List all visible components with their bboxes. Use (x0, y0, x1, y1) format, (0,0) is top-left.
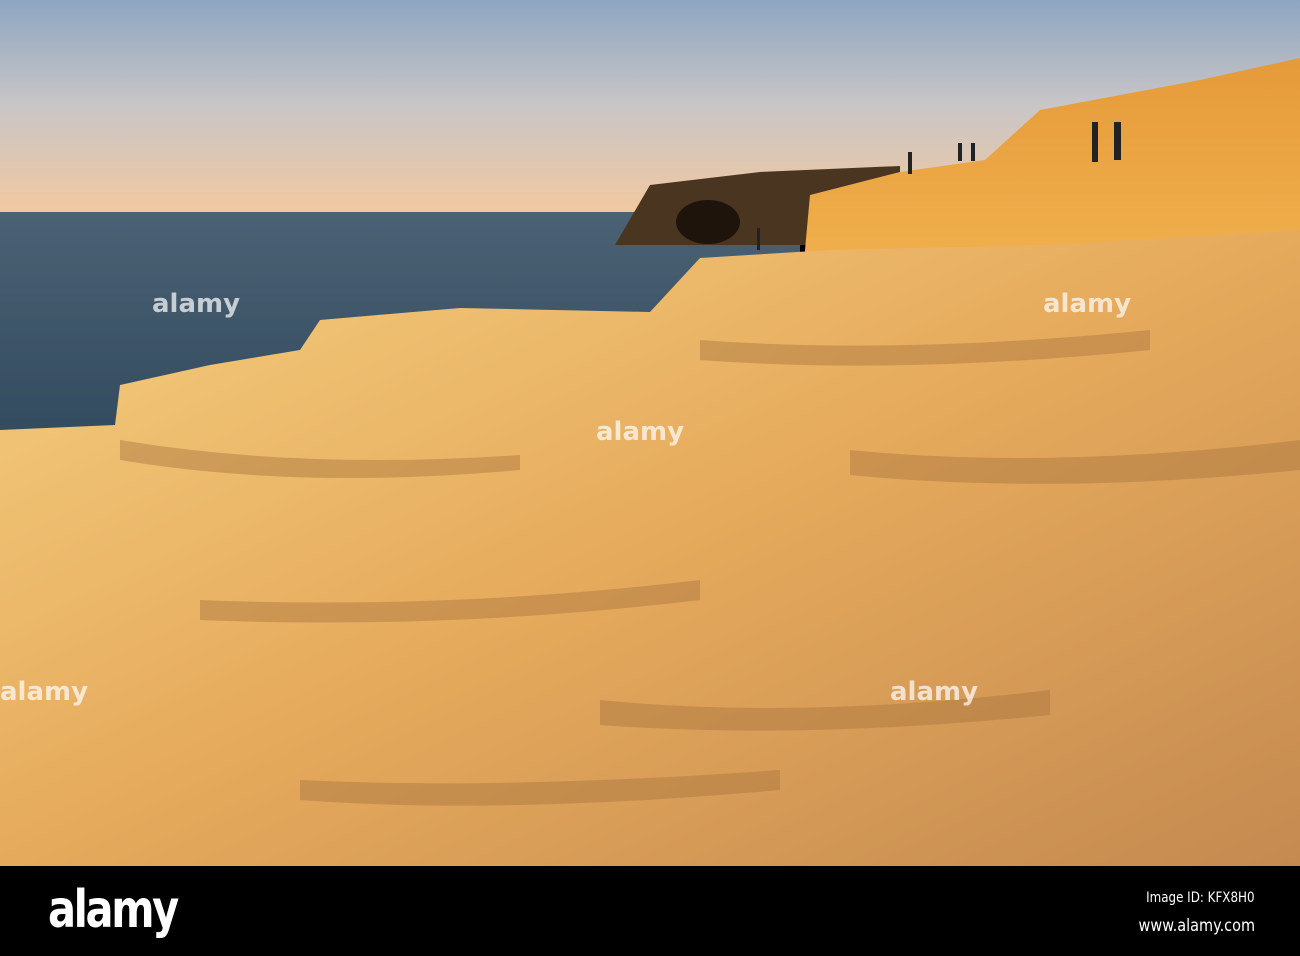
svg-text:alamy: alamy (1043, 289, 1131, 319)
svg-text:alamy: alamy (0, 677, 88, 707)
svg-text:alamy: alamy (596, 417, 684, 447)
coastal-landscape-photo: alamy alamy alamy alamy alamy (0, 0, 1300, 866)
footer-bar: alamy Image ID: KFX8H0 www.alamy.com (0, 866, 1300, 956)
svg-text:alamy: alamy (152, 289, 240, 319)
sea-cave (676, 200, 740, 244)
image-id: Image ID: KFX8H0 (1146, 890, 1255, 906)
website-url: www.alamy.com (1138, 916, 1255, 936)
svg-text:alamy: alamy (890, 677, 978, 707)
alamy-logo: alamy (48, 880, 179, 940)
